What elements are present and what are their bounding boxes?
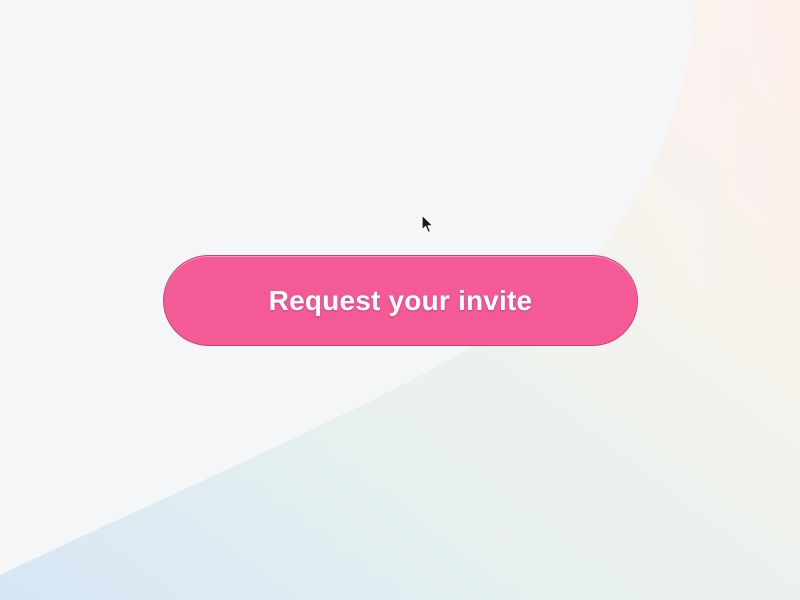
page-canvas: Request your invite	[0, 0, 800, 600]
arrow-pointer-icon	[421, 214, 434, 234]
request-invite-button[interactable]: Request your invite	[163, 255, 638, 346]
request-invite-label: Request your invite	[268, 284, 533, 316]
